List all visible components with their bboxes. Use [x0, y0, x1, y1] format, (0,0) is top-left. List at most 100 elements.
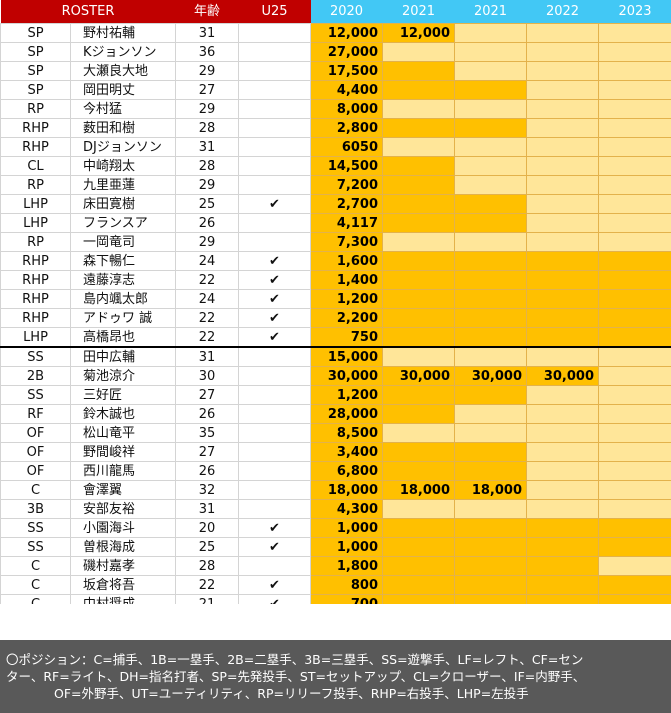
salary-cell[interactable] — [526, 499, 599, 519]
position-cell[interactable]: C — [0, 480, 71, 500]
salary-cell[interactable] — [526, 270, 599, 290]
age-cell[interactable]: 29 — [175, 175, 239, 195]
position-cell[interactable]: RHP — [0, 137, 71, 157]
u25-cell[interactable]: ✔ — [238, 518, 311, 538]
u25-cell[interactable] — [238, 366, 311, 386]
salary-cell[interactable]: 15,000 — [310, 346, 383, 367]
salary-cell[interactable] — [526, 137, 599, 157]
salary-cell[interactable] — [598, 270, 671, 290]
salary-cell[interactable] — [598, 537, 671, 557]
salary-cell[interactable] — [454, 327, 527, 348]
player-name-cell[interactable]: 一岡竜司 — [70, 232, 176, 252]
salary-cell[interactable] — [382, 213, 455, 233]
player-name-cell[interactable]: 三好匠 — [70, 385, 176, 405]
player-name-cell[interactable]: 磯村嘉孝 — [70, 556, 176, 576]
player-name-cell[interactable]: 高橋昂也 — [70, 327, 176, 348]
salary-cell[interactable] — [526, 556, 599, 576]
position-cell[interactable]: RP — [0, 99, 71, 119]
salary-cell[interactable]: 27,000 — [310, 42, 383, 62]
u25-cell[interactable] — [238, 137, 311, 157]
position-cell[interactable]: RP — [0, 175, 71, 195]
salary-cell[interactable] — [454, 61, 527, 81]
player-name-cell[interactable]: フランスア — [70, 213, 176, 233]
salary-cell[interactable] — [526, 461, 599, 481]
age-cell[interactable]: 28 — [175, 118, 239, 138]
player-name-cell[interactable]: 島内颯太郎 — [70, 289, 176, 309]
salary-cell[interactable] — [454, 499, 527, 519]
player-name-cell[interactable]: アドゥワ 誠 — [70, 308, 176, 328]
salary-cell[interactable] — [454, 308, 527, 328]
salary-cell[interactable] — [526, 80, 599, 100]
salary-cell[interactable]: 6,800 — [310, 461, 383, 481]
position-cell[interactable]: SS — [0, 537, 71, 557]
age-cell[interactable]: 29 — [175, 61, 239, 81]
salary-cell[interactable] — [598, 118, 671, 138]
u25-cell[interactable] — [238, 118, 311, 138]
salary-cell[interactable] — [598, 232, 671, 252]
salary-cell[interactable]: 18,000 — [382, 480, 455, 500]
age-cell[interactable]: 24 — [175, 251, 239, 271]
u25-cell[interactable]: ✔ — [238, 308, 311, 328]
salary-cell[interactable]: 1,200 — [310, 385, 383, 405]
position-cell[interactable]: OF — [0, 423, 71, 443]
salary-cell[interactable] — [598, 518, 671, 538]
salary-cell[interactable] — [454, 404, 527, 424]
player-name-cell[interactable]: 床田寛樹 — [70, 194, 176, 214]
position-cell[interactable]: SP — [0, 42, 71, 62]
salary-cell[interactable] — [382, 61, 455, 81]
position-cell[interactable]: SP — [0, 23, 71, 43]
salary-cell[interactable] — [598, 385, 671, 405]
salary-cell[interactable] — [382, 289, 455, 309]
salary-cell[interactable] — [382, 232, 455, 252]
salary-cell[interactable] — [526, 480, 599, 500]
position-cell[interactable]: SS — [0, 385, 71, 405]
player-name-cell[interactable]: 薮田和樹 — [70, 118, 176, 138]
position-cell[interactable]: SP — [0, 80, 71, 100]
age-cell[interactable]: 20 — [175, 518, 239, 538]
salary-cell[interactable] — [382, 118, 455, 138]
player-name-cell[interactable]: 岡田明丈 — [70, 80, 176, 100]
position-cell[interactable]: LHP — [0, 327, 71, 348]
salary-cell[interactable] — [526, 156, 599, 176]
player-name-cell[interactable]: 小園海斗 — [70, 518, 176, 538]
salary-cell[interactable] — [598, 194, 671, 214]
salary-cell[interactable] — [598, 461, 671, 481]
salary-cell[interactable] — [382, 99, 455, 119]
salary-cell[interactable] — [598, 289, 671, 309]
salary-cell[interactable]: 4,400 — [310, 80, 383, 100]
position-cell[interactable]: C — [0, 556, 71, 576]
salary-cell[interactable] — [382, 175, 455, 195]
salary-cell[interactable] — [598, 442, 671, 462]
player-name-cell[interactable]: 野間峻祥 — [70, 442, 176, 462]
salary-cell[interactable] — [382, 442, 455, 462]
u25-cell[interactable]: ✔ — [238, 327, 311, 348]
age-cell[interactable]: 30 — [175, 366, 239, 386]
salary-cell[interactable] — [598, 346, 671, 367]
salary-cell[interactable]: 7,300 — [310, 232, 383, 252]
player-name-cell[interactable]: 曽根海成 — [70, 537, 176, 557]
u25-cell[interactable] — [238, 175, 311, 195]
position-cell[interactable]: LHP — [0, 194, 71, 214]
salary-cell[interactable] — [526, 194, 599, 214]
salary-cell[interactable] — [526, 232, 599, 252]
salary-cell[interactable] — [598, 575, 671, 595]
salary-cell[interactable]: 1,400 — [310, 270, 383, 290]
salary-cell[interactable] — [454, 194, 527, 214]
player-name-cell[interactable]: 會澤翼 — [70, 480, 176, 500]
salary-cell[interactable]: 18,000 — [454, 480, 527, 500]
salary-cell[interactable]: 8,000 — [310, 99, 383, 119]
u25-cell[interactable] — [238, 213, 311, 233]
player-name-cell[interactable]: 野村祐輔 — [70, 23, 176, 43]
salary-cell[interactable] — [382, 270, 455, 290]
salary-cell[interactable]: 8,500 — [310, 423, 383, 443]
salary-cell[interactable] — [382, 461, 455, 481]
u25-cell[interactable] — [238, 556, 311, 576]
salary-cell[interactable] — [454, 385, 527, 405]
salary-cell[interactable] — [454, 251, 527, 271]
position-cell[interactable]: RHP — [0, 118, 71, 138]
salary-cell[interactable] — [526, 442, 599, 462]
salary-cell[interactable] — [454, 156, 527, 176]
age-cell[interactable]: 31 — [175, 499, 239, 519]
salary-cell[interactable]: 4,300 — [310, 499, 383, 519]
player-name-cell[interactable]: 遠藤淳志 — [70, 270, 176, 290]
